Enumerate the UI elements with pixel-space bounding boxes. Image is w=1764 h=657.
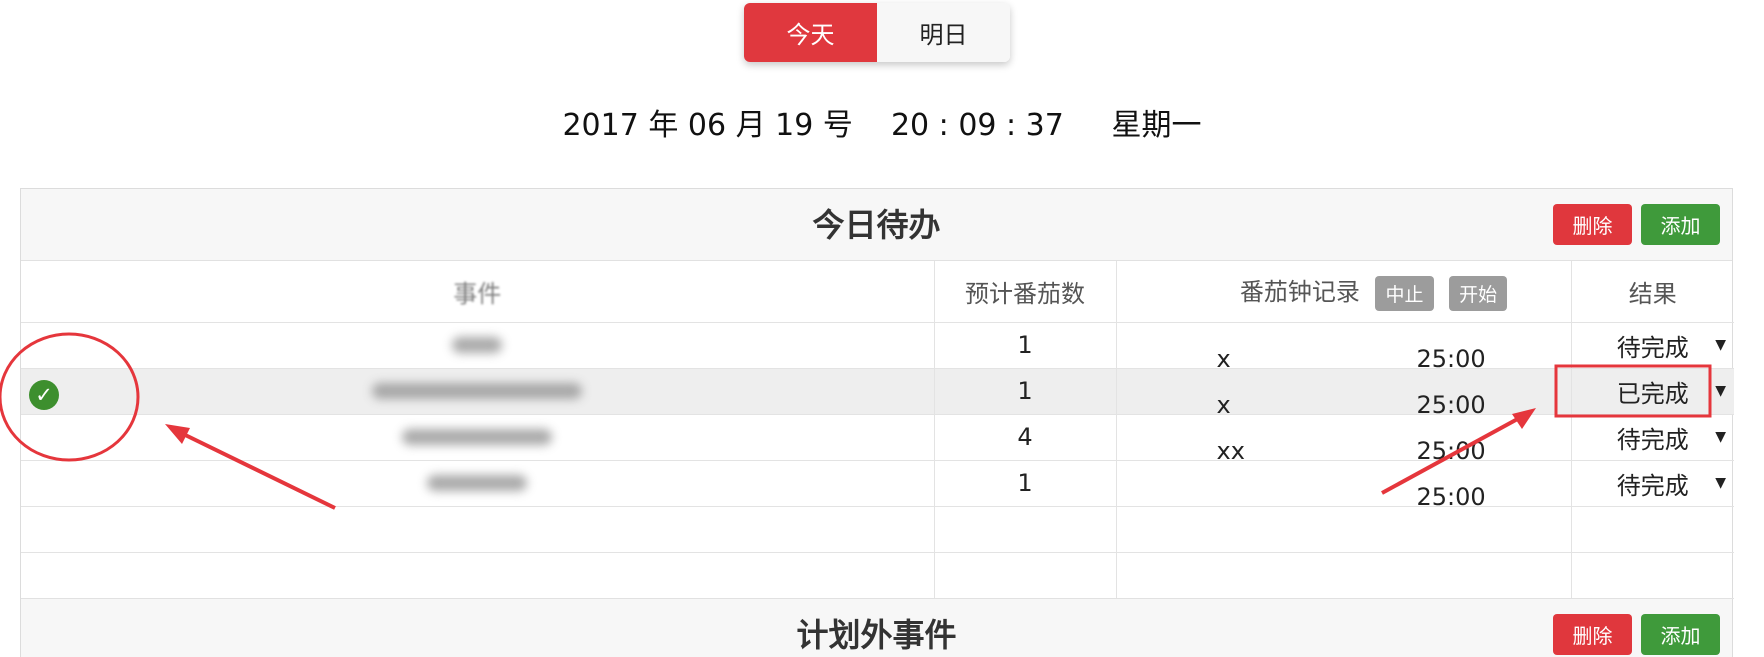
table-row[interactable]: ✓ 1 x 25:00 已完成 ▼	[21, 368, 1734, 419]
table-row[interactable]: 1 x 25:00 待完成 ▼	[21, 322, 1734, 373]
column-event: 事件	[21, 261, 935, 323]
start-button[interactable]: 开始	[1449, 275, 1508, 311]
record-cell: x 25:00	[1116, 368, 1572, 419]
redacted-text	[372, 383, 583, 399]
todo-table: 事件 预计番茄数 番茄钟记录 中止 开始 结果 1 x 25:00 待完成 ▼ ✓ …	[21, 261, 1734, 599]
event-cell	[21, 460, 935, 507]
record-cell: x 25:00	[1116, 322, 1572, 373]
estimate-cell: 1	[934, 460, 1117, 507]
column-estimate: 预计番茄数	[934, 261, 1117, 323]
event-cell	[21, 322, 935, 369]
todo-header: 今日待办 删除 添加	[21, 189, 1732, 261]
redacted-text	[452, 337, 503, 353]
table-header-row: 事件 预计番茄数 番茄钟记录 中止 开始 结果	[21, 261, 1734, 323]
unplanned-title: 计划外事件	[796, 616, 957, 654]
column-result: 结果	[1571, 261, 1734, 323]
delete-button[interactable]: 删除	[1553, 614, 1632, 655]
result-select[interactable]: 待完成 ▼	[1571, 414, 1734, 461]
chevron-down-icon: ▼	[1715, 474, 1726, 491]
chevron-down-icon: ▼	[1715, 382, 1726, 399]
result-select[interactable]: 待完成 ▼	[1571, 460, 1734, 507]
add-button[interactable]: 添加	[1641, 614, 1720, 655]
result-select[interactable]: 已完成 ▼	[1571, 368, 1734, 415]
record-cell: xx 25:00	[1116, 414, 1572, 465]
table-row[interactable]: 4 xx 25:00 待完成 ▼	[21, 414, 1734, 465]
current-datetime: 2017 年 06 月 19 号 20 : 09 : 37 星期一	[562, 108, 1202, 143]
day-toggle: 今天 明日	[744, 3, 1010, 62]
table-row[interactable]: 1 25:00 待完成 ▼	[21, 460, 1734, 511]
chevron-down-icon: ▼	[1715, 336, 1726, 353]
stop-button[interactable]: 中止	[1375, 275, 1434, 311]
estimate-cell: 1	[934, 322, 1117, 369]
delete-button[interactable]: 删除	[1553, 204, 1632, 245]
table-row-empty	[21, 506, 1734, 553]
add-button[interactable]: 添加	[1641, 204, 1720, 245]
record-cell: 25:00	[1116, 460, 1572, 511]
todo-panel: 今日待办 删除 添加 事件 预计番茄数 番茄钟记录 中止 开始 结果 1 x 25…	[20, 188, 1734, 657]
table-row-empty	[21, 552, 1734, 599]
result-select[interactable]: 待完成 ▼	[1571, 322, 1734, 369]
event-cell: ✓	[21, 368, 935, 415]
tab-tomorrow[interactable]: 明日	[877, 3, 1010, 62]
chevron-down-icon: ▼	[1715, 428, 1726, 445]
event-cell	[21, 414, 935, 461]
todo-title: 今日待办	[812, 206, 941, 244]
redacted-text	[402, 429, 553, 445]
tab-today[interactable]: 今天	[744, 3, 877, 62]
estimate-cell: 1	[934, 368, 1117, 415]
redacted-text	[427, 475, 528, 491]
unplanned-header: 计划外事件 删除 添加	[21, 598, 1732, 657]
estimate-cell: 4	[934, 414, 1117, 461]
check-icon[interactable]: ✓	[29, 379, 59, 410]
column-record: 番茄钟记录 中止 开始	[1116, 261, 1572, 323]
